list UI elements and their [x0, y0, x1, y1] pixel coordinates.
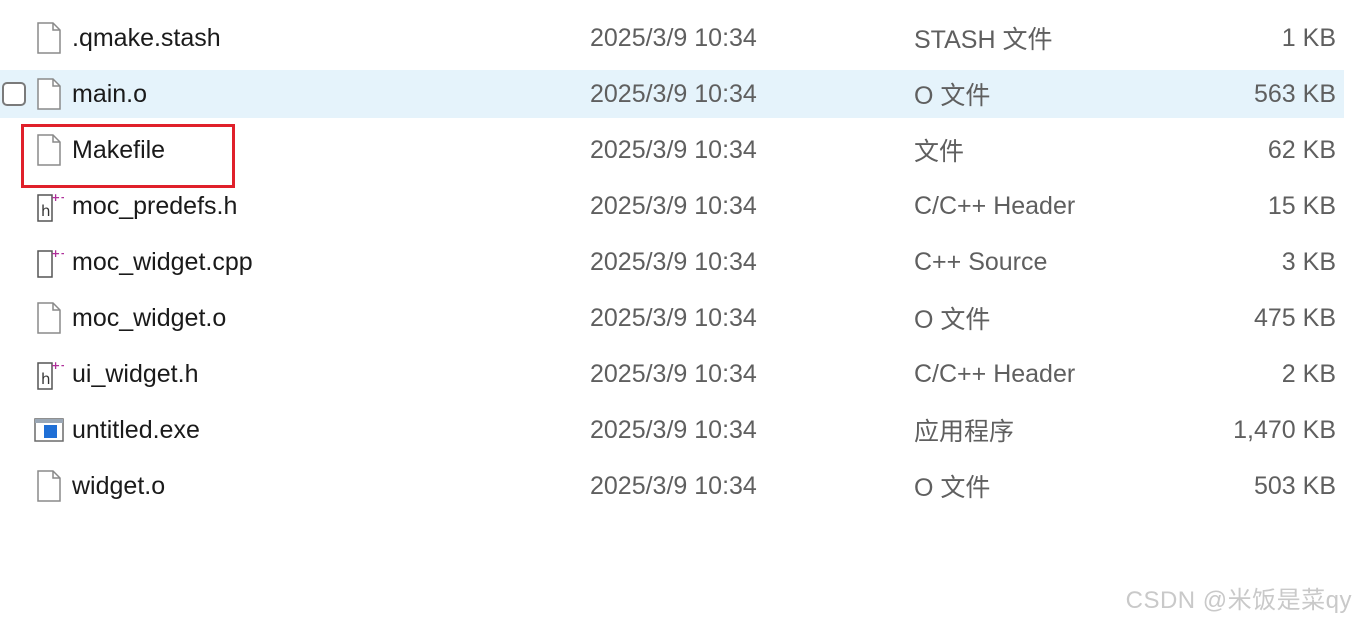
file-size: 1 KB: [1281, 23, 1336, 52]
file-type: 应用程序: [914, 418, 1015, 446]
blank-file-icon: [34, 469, 64, 503]
file-row[interactable]: main.o 2025/3/9 10:34 O 文件 563 KB: [0, 70, 1344, 118]
file-date-modified: 2025/3/9 10:34: [590, 79, 757, 108]
svg-text:h: h: [41, 202, 51, 220]
file-name: moc_widget.cpp: [72, 247, 253, 276]
file-name: main.o: [72, 79, 148, 108]
blank-file-icon: [34, 301, 64, 335]
file-type: C/C++ Header: [914, 359, 1076, 388]
header-file-icon: h++: [34, 189, 69, 223]
file-date-modified: 2025/3/9 10:34: [590, 135, 757, 164]
annotation-highlight-box: [21, 124, 235, 188]
file-date-modified: 2025/3/9 10:34: [590, 359, 757, 388]
file-name: widget.o: [72, 471, 166, 500]
watermark: CSDN @米饭是菜qy: [1125, 587, 1352, 614]
blank-file-icon: [34, 21, 64, 55]
file-date-modified: 2025/3/9 10:34: [590, 471, 757, 500]
file-name: moc_widget.o: [72, 303, 227, 332]
file-size: 475 KB: [1253, 303, 1336, 332]
file-type: O 文件: [914, 82, 991, 110]
file-type: O 文件: [914, 474, 991, 502]
file-row[interactable]: untitled.exe 2025/3/9 10:34 应用程序 1,470 KB: [0, 402, 1344, 458]
file-row[interactable]: widget.o 2025/3/9 10:34 O 文件 503 KB: [0, 458, 1344, 514]
file-name: .qmake.stash: [72, 23, 221, 52]
file-row[interactable]: .qmake.stash 2025/3/9 10:34 STASH 文件 1 KB: [0, 10, 1344, 66]
file-size: 563 KB: [1253, 79, 1336, 108]
file-list: .qmake.stash 2025/3/9 10:34 STASH 文件 1 KB ma…: [0, 10, 1344, 514]
file-type: O 文件: [914, 306, 991, 334]
file-date-modified: 2025/3/9 10:34: [590, 415, 757, 444]
file-type: C/C++ Header: [914, 191, 1076, 220]
file-row[interactable]: h++ui_widget.h2025/3/9 10:34C/C++ Header…: [0, 346, 1344, 402]
file-size: 62 KB: [1267, 135, 1336, 164]
svg-text:++: ++: [51, 247, 64, 260]
file-date-modified: 2025/3/9 10:34: [590, 303, 757, 332]
file-size: 503 KB: [1253, 471, 1336, 500]
header-file-icon: h++: [34, 357, 69, 391]
file-name: untitled.exe: [72, 415, 200, 444]
file-type: 文件: [914, 138, 965, 166]
file-size: 15 KB: [1267, 191, 1336, 220]
file-date-modified: 2025/3/9 10:34: [590, 191, 757, 220]
file-size: 1,470 KB: [1233, 415, 1336, 444]
svg-text:h: h: [41, 370, 51, 388]
file-size: 3 KB: [1281, 247, 1336, 276]
file-date-modified: 2025/3/9 10:34: [590, 247, 757, 276]
svg-text:++: ++: [51, 359, 64, 372]
exe-app-icon: [34, 413, 64, 447]
cpp-source-file-icon: ++: [34, 245, 69, 279]
row-select-checkbox[interactable]: [2, 82, 26, 106]
file-type: C++ Source: [914, 247, 1048, 276]
file-row[interactable]: moc_widget.o 2025/3/9 10:34 O 文件 475 KB: [0, 290, 1344, 346]
file-name: ui_widget.h: [72, 359, 199, 388]
file-date-modified: 2025/3/9 10:34: [590, 23, 757, 52]
file-type: STASH 文件: [914, 26, 1053, 54]
file-row[interactable]: ++ moc_widget.cpp 2025/3/9 10:34 C++ Source…: [0, 234, 1344, 290]
file-size: 2 KB: [1281, 359, 1336, 388]
svg-text:++: ++: [51, 191, 64, 204]
blank-file-icon: [34, 77, 64, 111]
